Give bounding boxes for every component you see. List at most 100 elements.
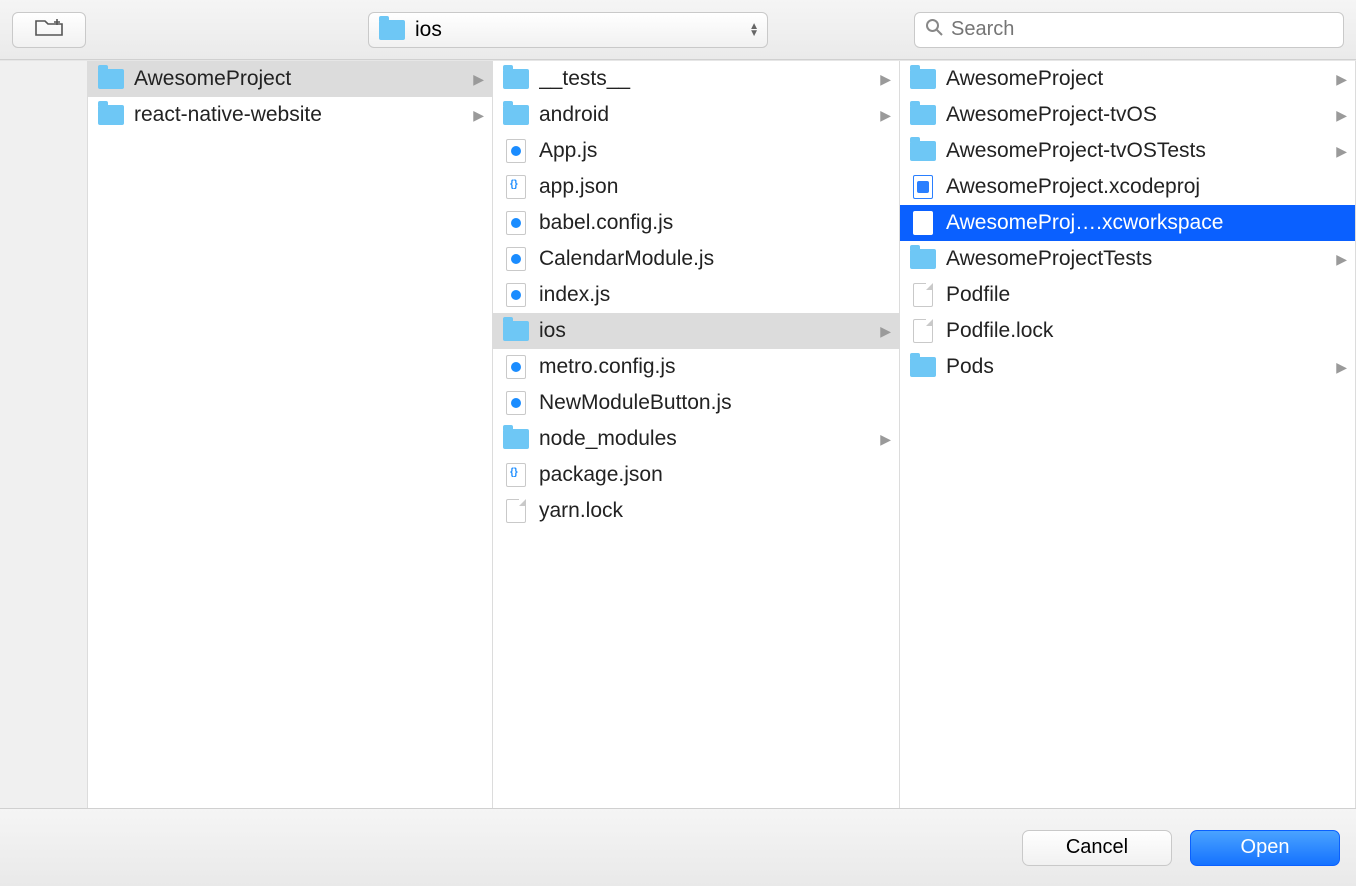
- chevron-right-icon: ▶: [880, 107, 891, 124]
- xcode-file-icon: [910, 176, 936, 198]
- file-row[interactable]: index.js: [493, 277, 899, 313]
- chevron-right-icon: ▶: [1336, 251, 1347, 268]
- file-label: android: [539, 103, 870, 127]
- chevron-right-icon: ▶: [880, 323, 891, 340]
- file-row[interactable]: AwesomeProject-tvOS ▶: [900, 97, 1355, 133]
- file-label: AwesomeProj….xcworkspace: [946, 211, 1347, 235]
- file-label: AwesomeProject: [134, 67, 463, 91]
- file-label: yarn.lock: [539, 499, 891, 523]
- file-row[interactable]: package.json: [493, 457, 899, 493]
- file-row[interactable]: AwesomeProjectTests ▶: [900, 241, 1355, 277]
- file-row[interactable]: App.js: [493, 133, 899, 169]
- file-label: AwesomeProject: [946, 67, 1326, 91]
- xcode-file-icon: [910, 212, 936, 234]
- folder-icon: [98, 104, 124, 126]
- folder-icon: [98, 68, 124, 90]
- file-label: App.js: [539, 139, 891, 163]
- main-area: AwesomeProject▶react-native-website▶__te…: [0, 60, 1356, 808]
- stepper-icon: ▲▼: [749, 23, 759, 37]
- column-browser: AwesomeProject▶react-native-website▶__te…: [88, 61, 1356, 808]
- file-row[interactable]: yarn.lock: [493, 493, 899, 529]
- file-label: Podfile: [946, 283, 1347, 307]
- file-row[interactable]: AwesomeProject ▶: [900, 61, 1355, 97]
- folder-icon: [503, 104, 529, 126]
- folder-icon: [503, 428, 529, 450]
- file-row[interactable]: AwesomeProj….xcworkspace: [900, 205, 1355, 241]
- new-folder-icon: [35, 17, 63, 43]
- json-file-icon: [503, 464, 529, 486]
- chevron-right-icon: ▶: [1336, 143, 1347, 160]
- file-label: NewModuleButton.js: [539, 391, 891, 415]
- folder-icon: [503, 68, 529, 90]
- file-row[interactable]: Podfile: [900, 277, 1355, 313]
- file-row[interactable]: __tests__ ▶: [493, 61, 899, 97]
- folder-icon: [379, 19, 405, 41]
- file-row[interactable]: Pods ▶: [900, 349, 1355, 385]
- search-field[interactable]: [914, 12, 1344, 48]
- file-icon: [503, 500, 529, 522]
- file-label: react-native-website: [134, 103, 463, 127]
- file-row[interactable]: ios ▶: [493, 313, 899, 349]
- chevron-right-icon: ▶: [473, 107, 484, 124]
- folder-icon: [503, 320, 529, 342]
- sidebar: [0, 61, 88, 808]
- folder-icon: [910, 140, 936, 162]
- js-file-icon: [503, 356, 529, 378]
- js-file-icon: [503, 248, 529, 270]
- file-icon: [910, 284, 936, 306]
- file-row[interactable]: NewModuleButton.js: [493, 385, 899, 421]
- cancel-button[interactable]: Cancel: [1022, 830, 1172, 866]
- chevron-right-icon: ▶: [1336, 71, 1347, 88]
- file-row[interactable]: android ▶: [493, 97, 899, 133]
- file-label: AwesomeProject.xcodeproj: [946, 175, 1347, 199]
- file-label: node_modules: [539, 427, 870, 451]
- file-row[interactable]: AwesomeProject ▶: [88, 61, 492, 97]
- json-file-icon: [503, 176, 529, 198]
- column-2: AwesomeProject▶AwesomeProject-tvOS▶Aweso…: [900, 61, 1356, 808]
- path-label: ios: [415, 18, 442, 42]
- file-label: __tests__: [539, 67, 870, 91]
- chevron-right-icon: ▶: [473, 71, 484, 88]
- folder-icon: [910, 248, 936, 270]
- file-label: Podfile.lock: [946, 319, 1347, 343]
- file-label: CalendarModule.js: [539, 247, 891, 271]
- file-label: index.js: [539, 283, 891, 307]
- file-label: AwesomeProject-tvOS: [946, 103, 1326, 127]
- file-label: babel.config.js: [539, 211, 891, 235]
- js-file-icon: [503, 212, 529, 234]
- footer: Cancel Open: [0, 808, 1356, 886]
- file-label: Pods: [946, 355, 1326, 379]
- folder-icon: [910, 68, 936, 90]
- chevron-right-icon: ▶: [880, 431, 891, 448]
- search-icon: [925, 18, 943, 42]
- open-button[interactable]: Open: [1190, 830, 1340, 866]
- chevron-right-icon: ▶: [1336, 107, 1347, 124]
- js-file-icon: [503, 140, 529, 162]
- file-row[interactable]: babel.config.js: [493, 205, 899, 241]
- new-folder-button[interactable]: [12, 12, 86, 48]
- file-label: ios: [539, 319, 870, 343]
- chevron-right-icon: ▶: [1336, 359, 1347, 376]
- js-file-icon: [503, 392, 529, 414]
- chevron-right-icon: ▶: [880, 71, 891, 88]
- file-row[interactable]: node_modules ▶: [493, 421, 899, 457]
- file-row[interactable]: Podfile.lock: [900, 313, 1355, 349]
- folder-icon: [910, 356, 936, 378]
- file-label: AwesomeProjectTests: [946, 247, 1326, 271]
- file-row[interactable]: react-native-website ▶: [88, 97, 492, 133]
- file-row[interactable]: CalendarModule.js: [493, 241, 899, 277]
- file-label: AwesomeProject-tvOSTests: [946, 139, 1326, 163]
- file-row[interactable]: AwesomeProject.xcodeproj: [900, 169, 1355, 205]
- js-file-icon: [503, 284, 529, 306]
- file-icon: [910, 320, 936, 342]
- file-row[interactable]: AwesomeProject-tvOSTests ▶: [900, 133, 1355, 169]
- search-input[interactable]: [951, 18, 1333, 41]
- file-row[interactable]: metro.config.js: [493, 349, 899, 385]
- path-popup[interactable]: ios ▲▼: [368, 12, 768, 48]
- column-1: __tests__ ▶ android ▶ App.js app.json babel.co…: [493, 61, 900, 808]
- file-row[interactable]: app.json: [493, 169, 899, 205]
- file-label: metro.config.js: [539, 355, 891, 379]
- file-label: app.json: [539, 175, 891, 199]
- folder-icon: [910, 104, 936, 126]
- file-label: package.json: [539, 463, 891, 487]
